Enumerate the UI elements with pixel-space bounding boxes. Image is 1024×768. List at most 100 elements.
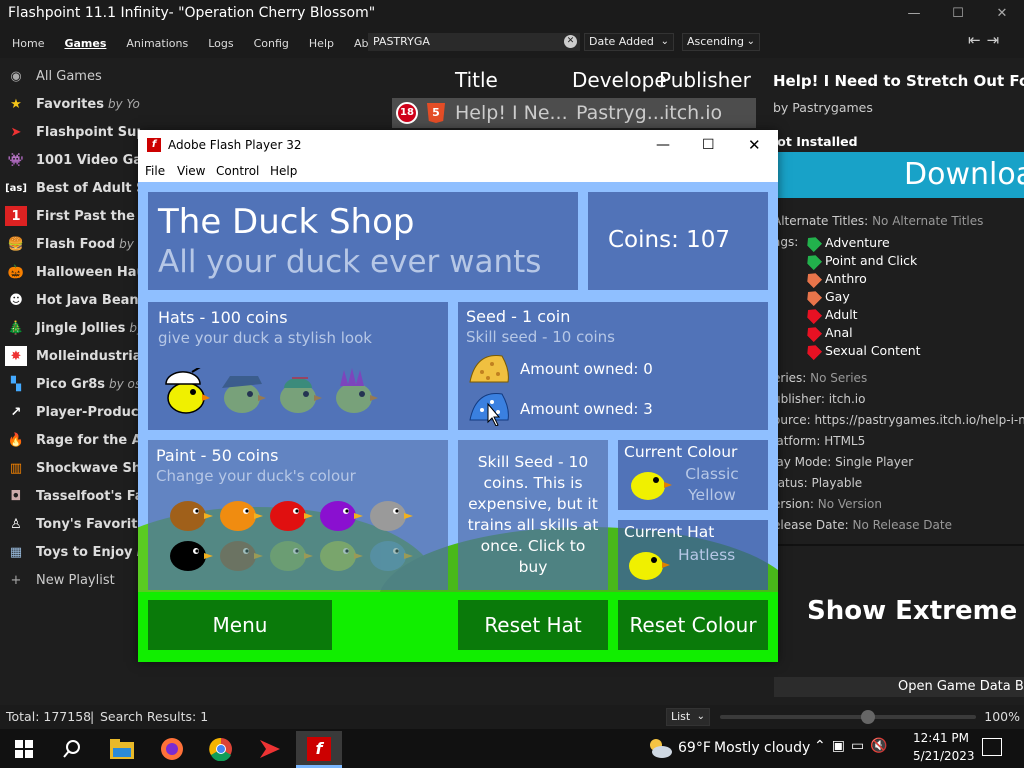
- tag-item[interactable]: Anthro: [773, 270, 1024, 288]
- zoom-slider[interactable]: [720, 710, 976, 724]
- column-title[interactable]: Title: [455, 68, 498, 92]
- weather-temp[interactable]: 69°F: [678, 740, 711, 756]
- search-icon[interactable]: [52, 731, 92, 766]
- panel-toggle-icons[interactable]: ⇤⇥: [968, 31, 1018, 51]
- reset-hat-button[interactable]: Reset Hat: [458, 600, 608, 650]
- clear-search-icon[interactable]: ✕: [564, 35, 577, 48]
- nav-home[interactable]: Home: [0, 37, 52, 50]
- menu-view[interactable]: View: [177, 160, 205, 182]
- sidebar-item[interactable]: ▥ Shockwave Sho: [0, 454, 140, 482]
- sidebar-item[interactable]: ◘ Tasselfoot's Fav: [0, 482, 140, 510]
- sidebar-item-label: Rage for the Ag: [36, 432, 140, 448]
- tag-item[interactable]: Adventure: [773, 234, 1024, 252]
- weather-text[interactable]: Mostly cloudy: [714, 740, 810, 756]
- seed-panel[interactable]: Seed - 1 coin Skill seed - 10 coins Amou…: [458, 302, 768, 430]
- view-mode-select[interactable]: List ⌄: [666, 708, 710, 726]
- weather-icon[interactable]: [646, 734, 674, 762]
- paint-panel[interactable]: Paint - 50 coins Change your duck's colo…: [148, 440, 448, 590]
- search-results-count: Search Results: 1: [100, 709, 209, 724]
- menu-file[interactable]: File: [145, 160, 165, 182]
- sidebar-item-label: Tasselfoot's Fav: [36, 488, 140, 504]
- chrome-icon[interactable]: [201, 731, 241, 766]
- flash-maximize-button[interactable]: ☐: [702, 130, 715, 160]
- sort-field-select[interactable]: Date Added ⌄: [584, 33, 674, 51]
- seed-icon[interactable]: [468, 352, 510, 384]
- paint-ducks-grid[interactable]: [168, 496, 428, 586]
- sidebar-item[interactable]: + New Playlist: [0, 566, 140, 594]
- sidebar-item[interactable]: 🎃 Halloween Hau: [0, 258, 140, 286]
- sidebar-item[interactable]: ☻ Hot Java Beans: [0, 286, 140, 314]
- age-rating-badge: 18: [396, 102, 418, 124]
- display-icon[interactable]: ▭: [851, 738, 864, 758]
- file-explorer-icon[interactable]: [102, 731, 142, 766]
- tag-item[interactable]: Point and Click: [773, 252, 1024, 270]
- sidebar-item[interactable]: 👾 1001 Video Gar: [0, 146, 140, 174]
- sidebar-item[interactable]: ➤ Flashpoint Supe: [0, 118, 140, 146]
- source-info[interactable]: ource: https://pastrygames.itch.io/help-…: [773, 410, 1024, 431]
- sort-field-value: Date Added: [589, 35, 654, 48]
- details-title: Help! I Need to Stretch Out For Va: [773, 72, 1024, 90]
- chevron-up-icon[interactable]: ⌃: [814, 738, 826, 758]
- sort-order-select[interactable]: Ascending ⌄: [682, 33, 760, 51]
- sidebar-item[interactable]: ✸ Molleindustria's: [0, 342, 140, 370]
- nav-animations[interactable]: Animations: [114, 37, 196, 50]
- volume-muted-icon[interactable]: 🔇: [870, 738, 887, 758]
- nav-games[interactable]: Games: [52, 37, 114, 50]
- tag-item[interactable]: Anal: [773, 324, 1024, 342]
- start-button[interactable]: [4, 731, 44, 766]
- clock-date[interactable]: 5/21/2023: [913, 749, 975, 763]
- sidebar-item[interactable]: [as] Best of Adult Sw: [0, 174, 140, 202]
- flash-player-taskbar-icon[interactable]: f: [296, 731, 342, 766]
- sidebar-item[interactable]: 1 First Past the Po: [0, 202, 140, 230]
- firefox-icon[interactable]: [152, 731, 192, 766]
- table-row[interactable]: 18 5 Help! I Ne... Pastryg... itch.io: [392, 98, 756, 128]
- skill-seed-owned: Amount owned: 3: [520, 400, 653, 418]
- flash-close-button[interactable]: ✕: [748, 130, 761, 160]
- download-button[interactable]: Downloa: [778, 152, 1024, 198]
- hats-panel[interactable]: Hats - 100 coins give your duck a stylis…: [148, 302, 448, 430]
- flashpoint-taskbar-icon[interactable]: [250, 731, 290, 766]
- menu-control[interactable]: Control: [216, 160, 259, 182]
- hat-ducks-row[interactable]: [162, 368, 382, 414]
- sidebar-item[interactable]: ▚ Pico Gr8sby osh: [0, 370, 140, 398]
- sidebar-item-label: Best of Adult Sw: [36, 180, 140, 196]
- tag-icon: [804, 306, 822, 324]
- system-tray[interactable]: ⌃ ▣ ▭ 🔇: [814, 738, 904, 758]
- search-input[interactable]: PASTRYGA ✕: [368, 33, 580, 51]
- nav-config[interactable]: Config: [242, 37, 297, 50]
- sidebar-item-label: Toys to Enjoy: [36, 544, 133, 560]
- sidebar-item[interactable]: 🎄Jingle Jolliesby: [0, 314, 140, 342]
- sidebar-item[interactable]: 🔥 Rage for the Ag: [0, 426, 140, 454]
- minimize-button[interactable]: —: [892, 0, 936, 26]
- sidebar-item[interactable]: ★ Favoritesby You!: [0, 90, 140, 118]
- close-button[interactable]: ✕: [980, 0, 1024, 26]
- nav-help[interactable]: Help: [297, 37, 342, 50]
- flash-minimize-button[interactable]: —: [656, 130, 670, 160]
- sidebar-item[interactable]: ♙ Tony's Favorites: [0, 510, 140, 538]
- nav-logs[interactable]: Logs: [196, 37, 241, 50]
- sidebar-item[interactable]: ↗ Player-Produce: [0, 398, 140, 426]
- paint-duck-icon: [320, 501, 363, 531]
- menu-help[interactable]: Help: [270, 160, 297, 182]
- skill-seed-info-panel[interactable]: Skill Seed - 10 coins. This is expensive…: [458, 440, 608, 590]
- sidebar-item[interactable]: ▦Toys to Enjoyby: [0, 538, 140, 566]
- tag-item[interactable]: Sexual Content: [773, 342, 1024, 360]
- column-publisher[interactable]: Publisher: [659, 68, 751, 92]
- open-game-data-button[interactable]: Open Game Data Br: [774, 677, 1024, 697]
- sidebar-item[interactable]: 🍔 Flash Foodby Th: [0, 230, 140, 258]
- reset-colour-button[interactable]: Reset Colour: [618, 600, 768, 650]
- notification-icon[interactable]: [982, 738, 1002, 756]
- tag-item[interactable]: Adult: [773, 306, 1024, 324]
- zoom-slider-thumb[interactable]: [861, 710, 876, 724]
- extreme-screenshot-text[interactable]: Show Extreme Sc: [773, 596, 1024, 626]
- skill-seed-icon[interactable]: [468, 390, 510, 426]
- clock-time[interactable]: 12:41 PM: [913, 731, 969, 745]
- column-developer[interactable]: Develope: [572, 68, 667, 92]
- tag-item[interactable]: Gay: [773, 288, 1024, 306]
- maximize-button[interactable]: ☐: [936, 0, 980, 26]
- sidebar-item[interactable]: ◉ All Games: [0, 62, 140, 90]
- paint-duck-icon: [370, 541, 413, 571]
- menu-button[interactable]: Menu: [148, 600, 332, 650]
- network-icon[interactable]: ▣: [832, 738, 845, 758]
- duck-shop-game[interactable]: The Duck Shop All your duck ever wants C…: [138, 182, 778, 662]
